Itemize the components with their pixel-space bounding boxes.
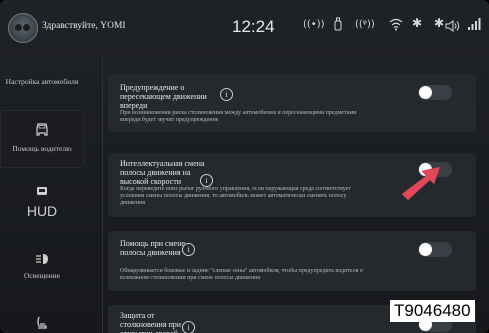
sidebar-item-lighting[interactable]: Освещение [0,253,84,289]
volume-icon [445,17,461,36]
greeting-text: Здравствуйте, YOMI [42,21,126,31]
setting-title: Интеллектуальная смена полосы движения н… [120,159,205,187]
sidebar: Настройка автомобиля Помощь водителю HUD… [0,56,88,333]
sidebar-item-label: HUD [26,202,58,219]
info-icon[interactable]: i [182,321,195,333]
setting-description: Когда переведите вниз рычаг рулевого упр… [120,186,351,207]
driver-assist-icon [0,122,84,141]
hotspot-icon: ((ᵠ)) [355,19,375,30]
avatar-eye-right [23,24,30,31]
wireless-charging-icon: ((•)) [303,19,325,30]
clock: 12:24 [232,17,275,36]
setting-description: Обнаруживается боковые и задние "слепые … [120,268,363,282]
sidebar-item-vehicle-settings[interactable]: Настройка автомобиля [0,77,84,102]
sidebar-item-hud[interactable]: HUD [0,186,84,226]
toggle-knob [419,243,432,256]
setting-card-front-cross-traffic: Предупреждение о пересекающем движении в… [108,74,476,132]
bluetooth-icon: ✱ [434,16,445,30]
hud-icon [0,186,84,199]
info-icon[interactable]: i [220,88,233,101]
setting-card-lane-change-assist: Помощь при смене полосы движения i Обнар… [108,231,476,291]
setting-description: При возникновении риска столкновения меж… [120,110,357,124]
avatar-icon[interactable] [8,13,38,43]
bluetooth-off-icon: ✱ [412,16,423,30]
sidebar-item-label: Помощь водителю [12,143,72,153]
sidebar-item-label: Освещение [23,270,61,280]
usb-drive-icon [334,16,342,35]
setting-title: Защита от столкновения при открытии двер… [120,311,182,333]
panel-divider [102,56,103,333]
headlight-icon [0,253,84,268]
sidebar-item-label: Настройка автомобиля [5,77,79,86]
sidebar-item-seat[interactable] [0,316,84,333]
sidebar-item-driver-assist[interactable]: Помощь водителю [0,110,84,168]
reference-watermark: T9046480 [390,300,475,322]
signal-icon [467,16,481,35]
front-cross-traffic-toggle[interactable] [418,85,452,100]
info-icon[interactable]: i [182,243,195,256]
toggle-knob [419,86,432,99]
wifi-icon [389,16,403,35]
seat-icon [0,316,84,333]
status-bar: Здравствуйте, YOMI 12:24 ((•)) ((ᵠ)) ✱ ✱ [0,0,489,56]
screen: Здравствуйте, YOMI 12:24 ((•)) ((ᵠ)) ✱ ✱… [0,0,489,333]
settings-panel: Предупреждение о пересекающем движении в… [88,56,489,333]
setting-title: Предупреждение о пересекающем движении в… [120,83,207,111]
annotation-arrow-icon [401,166,441,201]
avatar-eye-left [15,24,22,31]
lane-change-assist-toggle[interactable] [418,242,452,257]
